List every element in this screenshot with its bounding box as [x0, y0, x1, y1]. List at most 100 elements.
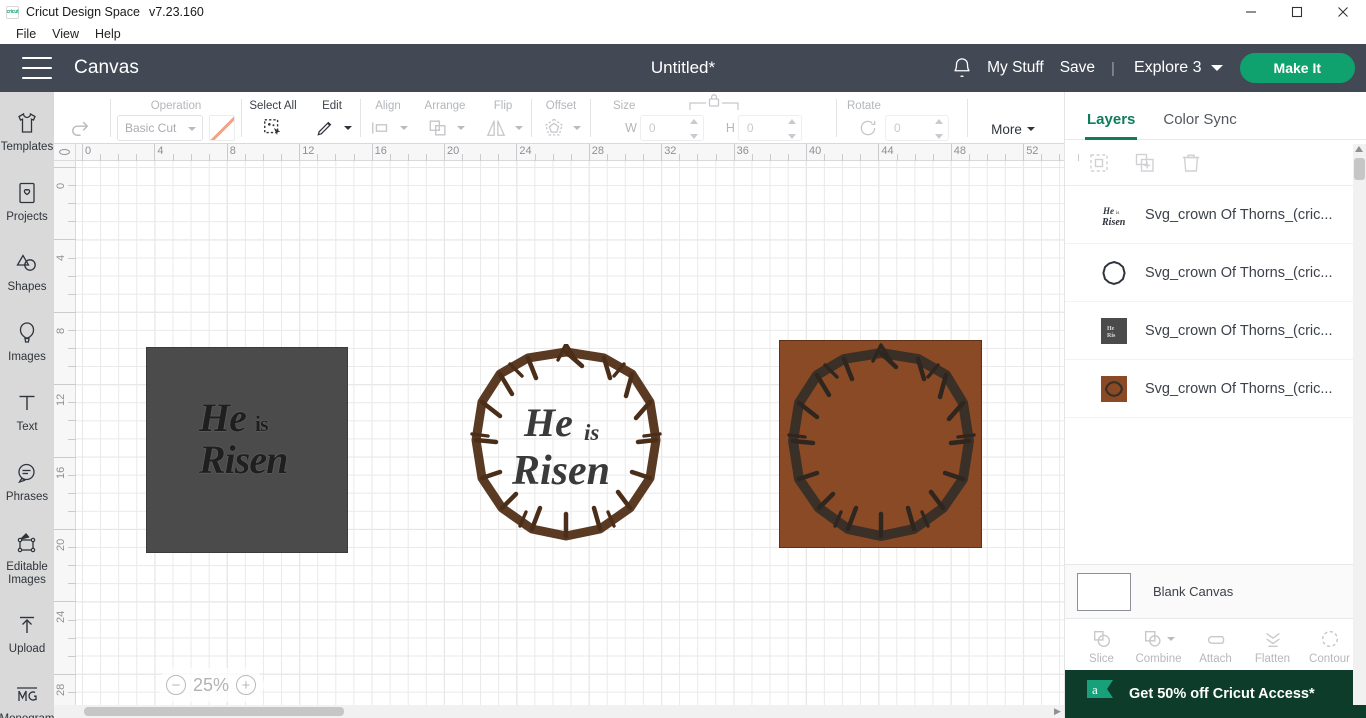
scroll-up-arrow-icon[interactable] [1355, 146, 1363, 152]
svg-text:Risen: Risen [511, 448, 610, 494]
slice-button[interactable]: Slice [1074, 628, 1130, 665]
menu-help[interactable]: Help [87, 24, 129, 44]
ruler-minor-tick [68, 221, 76, 223]
redo-button[interactable] [67, 115, 93, 141]
op-label: Slice [1089, 653, 1114, 665]
chevron-down-icon[interactable] [400, 126, 408, 130]
select-all-icon[interactable] [260, 115, 286, 141]
height-stepper[interactable] [787, 119, 797, 139]
minimize-button[interactable] [1228, 0, 1274, 24]
gray-square-he-is-risen[interactable]: He is Risen [146, 347, 348, 553]
flip-group: Flip [475, 92, 531, 144]
rotate-stepper[interactable] [935, 119, 944, 139]
crown-of-thorns-wreath[interactable]: He is Risen [464, 342, 669, 544]
chevron-down-icon[interactable] [344, 126, 352, 130]
brown-square-wreath[interactable] [779, 340, 982, 548]
ruler-minor-tick [914, 154, 916, 161]
sidebar-item-text[interactable]: Text [0, 380, 54, 450]
ruler-minor-tick [498, 154, 500, 161]
flatten-icon [1262, 628, 1284, 650]
duplicate-icon[interactable] [1133, 151, 1157, 175]
blank-canvas-row[interactable]: Blank Canvas [1065, 564, 1366, 618]
ruler-minor-tick [715, 154, 717, 161]
operation-select[interactable]: Basic Cut [117, 115, 203, 141]
chevron-down-icon[interactable] [457, 126, 465, 130]
group-icon[interactable] [1087, 151, 1111, 175]
ruler-minor-tick [68, 637, 76, 639]
sidebar-item-phrases[interactable]: Phrases [0, 450, 54, 520]
attach-button[interactable]: Attach [1188, 628, 1244, 665]
zoom-out-button[interactable]: − [166, 675, 186, 695]
size-label: Size [613, 100, 636, 112]
canvas-color-swatch[interactable] [1077, 572, 1131, 611]
layer-name: Svg_crown Of Thorns_(cric... [1145, 264, 1333, 281]
layer-row[interactable]: He Ris Svg_crown Of Thorns_(cric... [1065, 302, 1366, 360]
close-button[interactable] [1320, 0, 1366, 24]
ruler-unit-icon[interactable] [59, 149, 70, 155]
height-input[interactable]: 0 [737, 115, 802, 141]
ruler-minor-tick [263, 154, 264, 161]
ruler-minor-tick [570, 154, 572, 161]
layer-row[interactable]: Svg_crown Of Thorns_(cric... [1065, 244, 1366, 302]
sidebar-item-templates[interactable]: Templates [0, 100, 54, 170]
ruler-major-tick [54, 311, 76, 313]
ruler-minor-tick [1077, 154, 1079, 161]
width-stepper[interactable] [689, 119, 699, 139]
tab-color-sync[interactable]: Color Sync [1163, 111, 1236, 139]
ruler-label: 20 [55, 538, 67, 551]
sidebar-item-monogram[interactable]: Monogram [0, 672, 54, 718]
chevron-down-icon[interactable] [1167, 637, 1175, 641]
arrange-icon[interactable] [425, 115, 451, 141]
ruler-label: 40 [809, 145, 822, 157]
chevron-down-icon[interactable] [573, 126, 581, 130]
canvas-vscroll-thumb[interactable] [1354, 158, 1365, 180]
layers-list[interactable]: He is Risen Svg_crown Of Thorns_(cric...… [1065, 186, 1366, 564]
design-canvas[interactable]: He is Risen He is Risen − 25% + [54, 144, 1064, 718]
chevron-down-icon[interactable] [515, 126, 523, 130]
layer-name: Svg_crown Of Thorns_(cric... [1145, 322, 1333, 339]
delete-icon[interactable] [1179, 151, 1203, 175]
cricut-access-promo[interactable]: a Get 50% off Cricut Access* [1065, 670, 1366, 718]
flip-icon[interactable] [483, 115, 509, 141]
hamburger-menu-icon[interactable] [22, 57, 52, 79]
layer-row[interactable]: Svg_crown Of Thorns_(cric... [1065, 360, 1366, 418]
operation-color-swatch[interactable] [209, 115, 235, 141]
combine-button[interactable]: Combine [1131, 628, 1187, 665]
ruler-minor-tick [68, 257, 76, 259]
canvas-vertical-scrollbar[interactable] [1353, 144, 1366, 705]
canvas-hscroll-thumb[interactable] [84, 707, 344, 716]
ruler-label: 8 [229, 145, 236, 157]
flatten-button[interactable]: Flatten [1245, 628, 1301, 665]
menu-file[interactable]: File [8, 24, 44, 44]
machine-selector[interactable]: Explore 3 [1134, 59, 1223, 77]
rotate-icon[interactable] [855, 115, 881, 141]
layer-row[interactable]: He is Risen Svg_crown Of Thorns_(cric... [1065, 186, 1366, 244]
width-input[interactable]: 0 [639, 115, 704, 141]
align-icon[interactable] [368, 115, 394, 141]
ruler-label: 24 [519, 145, 532, 157]
combine-icon [1142, 628, 1175, 650]
sidebar-item-projects[interactable]: Projects [0, 170, 54, 240]
menu-view[interactable]: View [44, 24, 87, 44]
scroll-right-arrow-icon[interactable]: ▶ [1052, 706, 1063, 717]
canvas-horizontal-scrollbar[interactable]: ▶ [54, 705, 1064, 718]
ruler-minor-tick [208, 154, 210, 161]
maximize-button[interactable] [1274, 0, 1320, 24]
make-it-button[interactable]: Make It [1239, 53, 1355, 83]
sidebar-item-images[interactable]: Images [0, 310, 54, 380]
contour-button[interactable]: Contour [1302, 628, 1358, 665]
pencil-icon[interactable] [312, 115, 338, 141]
tab-layers[interactable]: Layers [1084, 111, 1138, 140]
zoom-in-button[interactable]: + [236, 675, 257, 695]
more-button[interactable]: More [991, 122, 1035, 137]
sidebar-item-shapes[interactable]: Shapes [0, 240, 54, 310]
layer-tools [1065, 140, 1366, 186]
offset-icon[interactable] [541, 115, 567, 141]
bell-icon[interactable] [951, 57, 973, 79]
rotate-input[interactable]: 0 [885, 115, 949, 141]
my-stuff-link[interactable]: My Stuff [987, 59, 1044, 77]
sidebar-item-editable-images[interactable]: Editable Images [0, 520, 54, 602]
sidebar-item-upload[interactable]: Upload [0, 602, 54, 672]
ruler-minor-tick [68, 275, 76, 277]
save-button[interactable]: Save [1060, 59, 1095, 77]
